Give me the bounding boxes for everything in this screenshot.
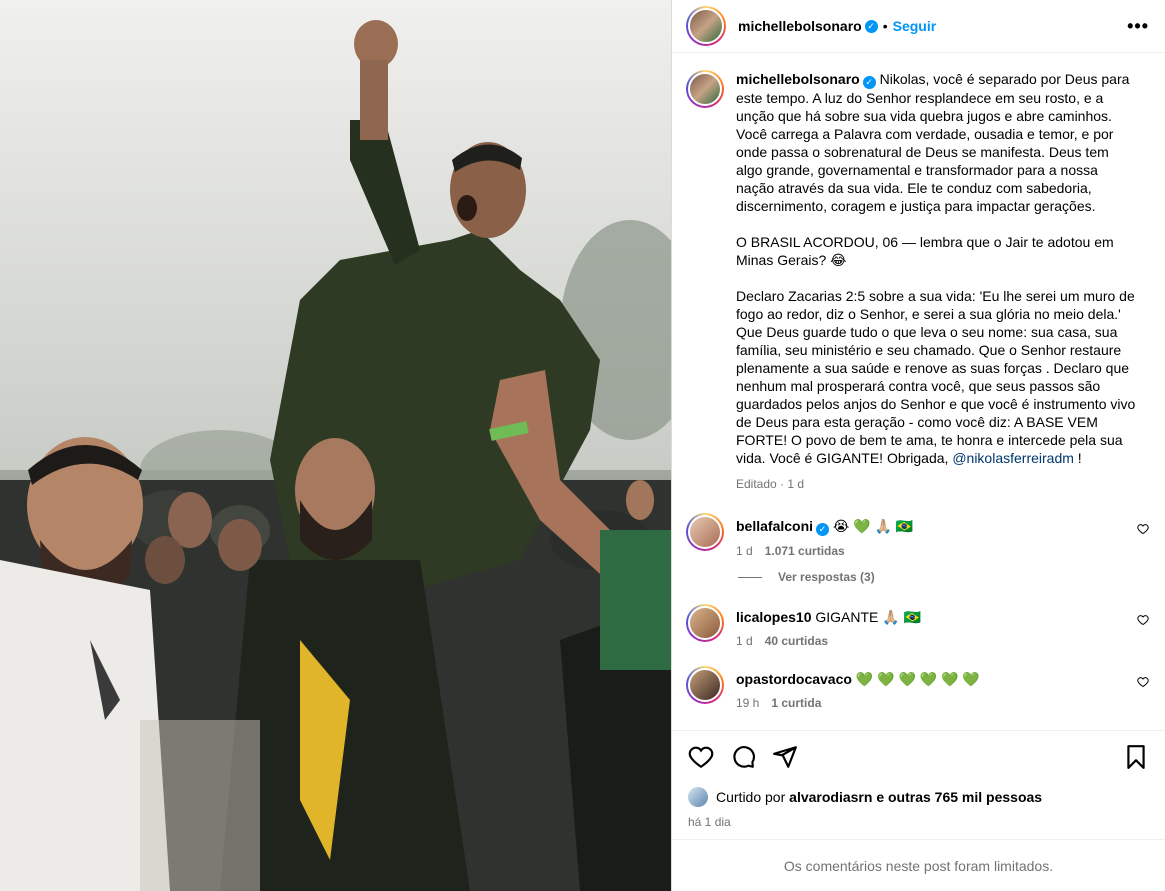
comment-icon[interactable]	[730, 744, 756, 770]
caption-author-avatar[interactable]	[686, 70, 724, 108]
comment-item: bellafalconi ✓ 😭 💚 🙏🏼 🇧🇷 1 d 1.071 curtida…	[686, 513, 1149, 560]
caption-age: 1 d	[787, 477, 805, 491]
commenter-username[interactable]: opastordocavaco	[736, 671, 852, 687]
post-header: michellebolsonaro ✓ • Seguir •••	[672, 0, 1165, 53]
comment-item: licalopes10 GIGANTE 🙏🏼 🇧🇷 1 d 40 curtidas	[686, 604, 1149, 650]
view-replies-button[interactable]: Ver respostas (3)	[738, 570, 1149, 584]
verified-icon: ✓	[816, 523, 830, 536]
commenter-username[interactable]: licalopes10	[736, 609, 812, 625]
comment-age: 1 d	[736, 544, 753, 558]
more-icon[interactable]: •••	[1127, 16, 1149, 37]
comment-age: 19 h	[736, 696, 760, 710]
commenter-avatar[interactable]	[686, 604, 724, 642]
author-avatar[interactable]	[686, 6, 726, 46]
post-photo[interactable]	[0, 0, 671, 891]
heart-icon[interactable]	[1137, 523, 1149, 535]
post-side-panel: michellebolsonaro ✓ • Seguir ••• michell…	[671, 0, 1165, 891]
caption-paragraph-3: Declaro Zacarias 2:5 sobre a sua vida: '…	[736, 288, 1140, 466]
comment-text: GIGANTE 🙏🏼 🇧🇷	[815, 609, 922, 625]
post-image-illustration	[0, 0, 671, 891]
comment-item: opastordocavaco 💚 💚 💚 💚 💚 💚 19 h 1 curtid…	[686, 666, 1149, 712]
liker-username[interactable]: alvarodiasrn	[789, 789, 872, 805]
caption: michellebolsonaro ✓ Nikolas, você é separ…	[686, 70, 1149, 493]
author-username[interactable]: michellebolsonaro	[738, 18, 862, 34]
caption-meta: Editado · 1 d	[736, 477, 805, 491]
comment-age: 1 d	[736, 634, 753, 648]
replies-line	[738, 576, 762, 578]
comments-limited-notice: Os comentários neste post foram limitado…	[672, 839, 1165, 891]
comment-text: 💚 💚 💚 💚 💚 💚	[855, 671, 980, 687]
likes-summary: Curtido por alvarodiasrn e outras 765 mi…	[688, 787, 1149, 807]
heart-icon[interactable]	[1137, 614, 1149, 626]
caption-author-username[interactable]: michellebolsonaro	[736, 71, 860, 87]
commenter-avatar[interactable]	[686, 666, 724, 704]
post-time[interactable]: há 1 dia	[688, 815, 1149, 829]
follow-button[interactable]: Seguir	[893, 18, 937, 34]
likes-suffix[interactable]: e outras 765 mil pessoas	[876, 789, 1042, 805]
caption-end: !	[1073, 450, 1082, 466]
commenter-avatar[interactable]	[686, 513, 724, 551]
post-actions: Curtido por alvarodiasrn e outras 765 mi…	[672, 730, 1165, 829]
comment-likes[interactable]: 1 curtida	[771, 696, 821, 710]
view-replies-label: Ver respostas (3)	[778, 570, 875, 584]
heart-icon[interactable]	[1137, 676, 1149, 688]
share-icon[interactable]	[772, 744, 798, 770]
comment-likes[interactable]: 40 curtidas	[765, 634, 828, 648]
caption-paragraph-2: O BRASIL ACORDOU, 06 — lembra que o Jair…	[736, 234, 1118, 268]
comments-section[interactable]: michellebolsonaro ✓ Nikolas, você é separ…	[672, 54, 1165, 730]
verified-icon: ✓	[862, 76, 876, 89]
heart-icon[interactable]	[688, 744, 714, 770]
likes-prefix: Curtido por	[716, 789, 786, 805]
comment-likes[interactable]: 1.071 curtidas	[765, 544, 845, 558]
bookmark-icon[interactable]	[1123, 744, 1149, 770]
liker-avatar[interactable]	[688, 787, 708, 807]
caption-paragraph-1: Nikolas, você é separado por Deus para e…	[736, 71, 1134, 214]
edited-label: Editado	[736, 477, 777, 491]
mention-link[interactable]: @nikolasferreiradm	[952, 450, 1074, 466]
separator-dot: •	[882, 18, 888, 34]
verified-icon: ✓	[864, 19, 878, 33]
comment-text: 😭 💚 🙏🏼 🇧🇷	[832, 518, 914, 534]
commenter-username[interactable]: bellafalconi	[736, 518, 813, 534]
